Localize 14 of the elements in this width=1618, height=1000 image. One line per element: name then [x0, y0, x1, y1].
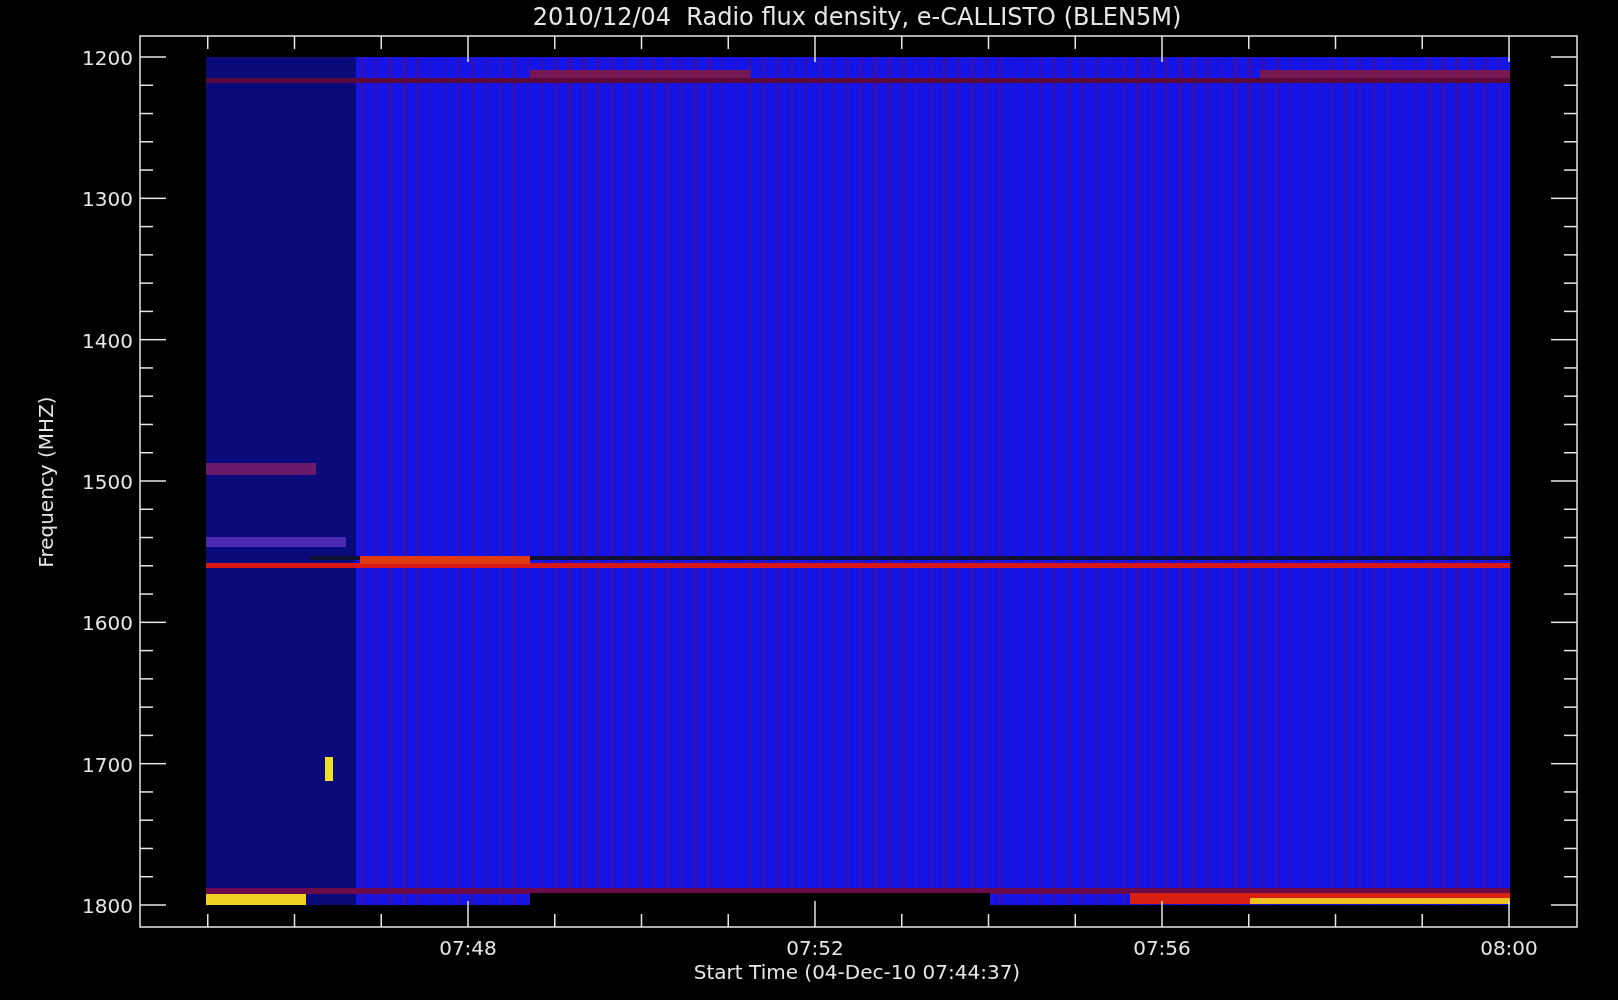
- y-tick-label: 1800: [82, 894, 133, 918]
- x-tick-label: 07:48: [439, 936, 497, 960]
- x-tick-label: 07:52: [786, 936, 844, 960]
- y-tick-label: 1200: [82, 46, 133, 70]
- x-axis-label: Start Time (04-Dec-10 07:44:37): [693, 960, 1021, 984]
- y-tick-label: 1500: [82, 470, 133, 494]
- y-tick-label: 1400: [82, 328, 133, 353]
- y-tick-label: 1300: [82, 187, 133, 212]
- x-tick-label: 08:00: [1480, 936, 1538, 960]
- y-tick-label: 1600: [82, 611, 133, 636]
- y-tick-label: 1700: [82, 752, 133, 777]
- x-tick-label: 07:56: [1133, 936, 1191, 960]
- chart-title: 2010/12/04 Radio flux density, e-CALLISTO (BLEN5M): [532, 3, 1182, 31]
- y-axis-label: Frequency (MHZ): [34, 396, 58, 568]
